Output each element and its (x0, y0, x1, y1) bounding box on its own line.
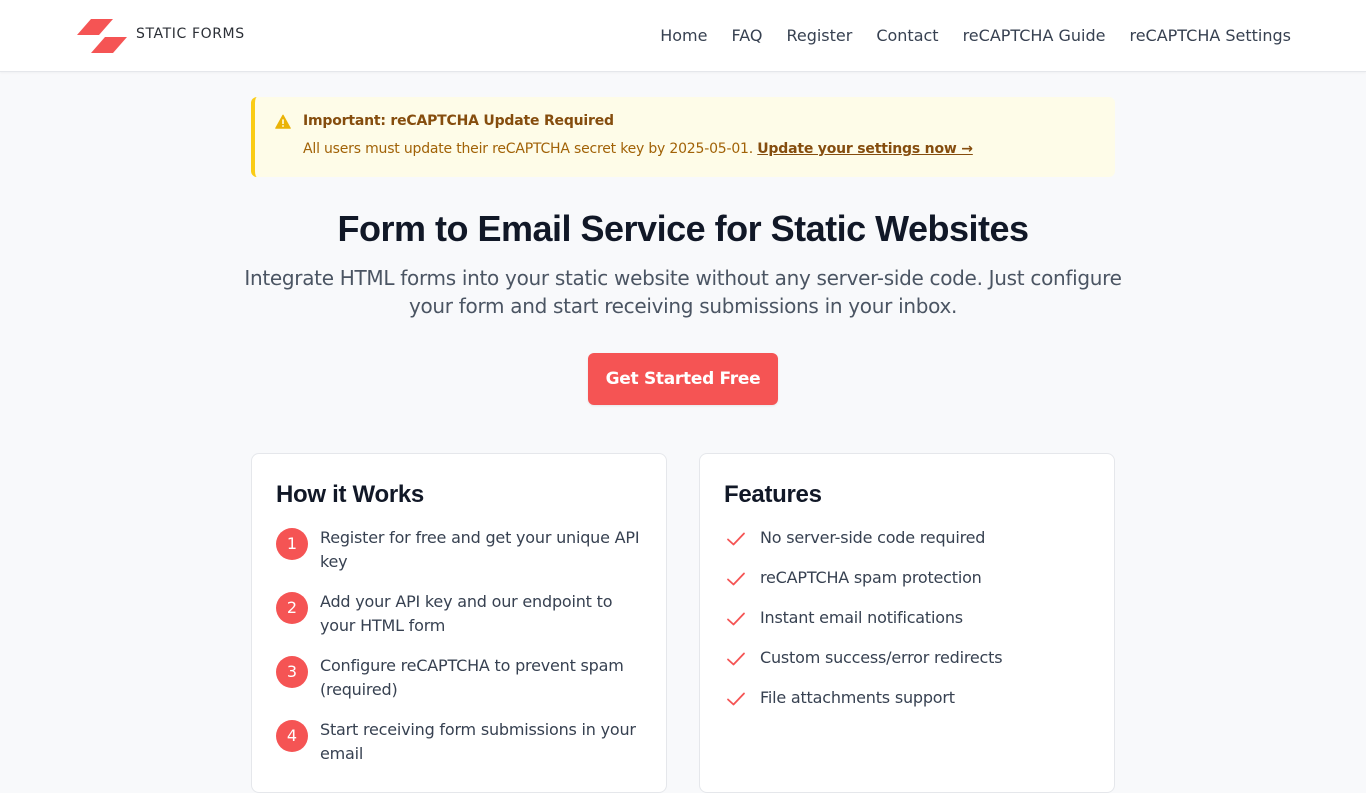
feature-item: File attachments support (724, 686, 1094, 726)
check-icon (727, 572, 745, 586)
nav-recaptcha-settings[interactable]: reCAPTCHA Settings (1129, 26, 1291, 46)
step-text: Configure reCAPTCHA to prevent spam (req… (320, 656, 624, 699)
site-header: STATIC FORMS Home FAQ Register Contact r… (0, 0, 1366, 72)
step-text: Start receiving form submissions in your… (320, 720, 636, 763)
features-card: Features No server-side code required re… (699, 453, 1115, 793)
check-icon (727, 532, 745, 546)
feature-item: reCAPTCHA spam protection (724, 566, 1094, 606)
alert-title: Important: reCAPTCHA Update Required (303, 113, 614, 129)
step-number-badge: 3 (276, 656, 308, 688)
how-it-works-card: How it Works 1 Register for free and get… (251, 453, 667, 793)
how-it-works-title: How it Works (276, 481, 424, 508)
feature-text: File attachments support (760, 688, 955, 707)
check-icon (727, 692, 745, 706)
alert-body-text: All users must update their reCAPTCHA se… (303, 141, 753, 157)
nav-contact[interactable]: Contact (876, 26, 938, 46)
logo[interactable]: STATIC FORMS (77, 17, 245, 55)
step-text: Add your API key and our endpoint to you… (320, 592, 613, 635)
update-settings-link[interactable]: Update your settings now → (757, 141, 973, 157)
feature-text: No server-side code required (760, 528, 986, 547)
feature-text: Instant email notifications (760, 608, 963, 627)
check-icon (727, 652, 745, 666)
get-started-button[interactable]: Get Started Free (588, 353, 778, 405)
logo-text: STATIC FORMS (136, 26, 245, 42)
feature-item: Custom success/error redirects (724, 646, 1094, 686)
nav-register[interactable]: Register (786, 26, 852, 46)
warning-icon (275, 114, 291, 129)
nav-home[interactable]: Home (660, 26, 707, 46)
features-list: No server-side code required reCAPTCHA s… (724, 526, 1094, 726)
features-title: Features (724, 481, 822, 508)
step-number-badge: 1 (276, 528, 308, 560)
nav-faq[interactable]: FAQ (731, 26, 762, 46)
alert-body: All users must update their reCAPTCHA se… (303, 141, 973, 157)
page-title: Form to Email Service for Static Website… (337, 208, 1029, 249)
step-item: 3 Configure reCAPTCHA to prevent spam (r… (276, 654, 646, 718)
feature-item: Instant email notifications (724, 606, 1094, 646)
step-item: 1 Register for free and get your unique … (276, 526, 646, 590)
feature-item: No server-side code required (724, 526, 1094, 566)
step-number-badge: 2 (276, 592, 308, 624)
recaptcha-update-alert: Important: reCAPTCHA Update Required All… (251, 97, 1115, 177)
nav-recaptcha-guide[interactable]: reCAPTCHA Guide (963, 26, 1106, 46)
step-item: 2 Add your API key and our endpoint to y… (276, 590, 646, 654)
logo-icon (77, 19, 127, 53)
step-number-badge: 4 (276, 720, 308, 752)
step-item: 4 Start receiving form submissions in yo… (276, 718, 646, 782)
hero-subtitle: Integrate HTML forms into your static we… (244, 266, 1122, 318)
feature-text: reCAPTCHA spam protection (760, 568, 982, 587)
main-nav: Home FAQ Register Contact reCAPTCHA Guid… (636, 26, 1291, 46)
step-text: Register for free and get your unique AP… (320, 528, 640, 571)
check-icon (727, 612, 745, 626)
steps-list: 1 Register for free and get your unique … (276, 526, 646, 782)
feature-text: Custom success/error redirects (760, 648, 1003, 667)
